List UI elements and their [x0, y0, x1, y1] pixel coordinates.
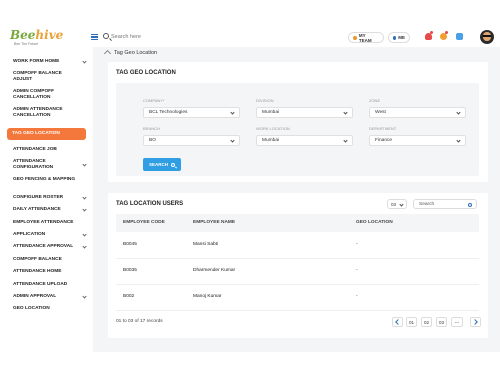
column-header-geo-location: GEO LOCATION — [356, 220, 393, 225]
sidebar-item-compoff-balance-adjust[interactable]: COMPOFF BALANCE ADJUST — [8, 71, 88, 83]
sidebar-item-geo-location[interactable]: GEO LOCATION — [8, 306, 88, 312]
company-select[interactable]: BCL Technologies — [143, 107, 240, 118]
sidebar-item-attendance-upload[interactable]: ATTENDANCE UPLOAD — [8, 282, 88, 288]
logo-text-part-2: hive — [35, 28, 64, 42]
me-label: ME — [398, 35, 405, 40]
page-button-1[interactable]: 01 — [406, 317, 417, 327]
sidebar-item-application[interactable]: APPLICATION — [8, 232, 88, 238]
filter-card: TAG GEO LOCATION COMPANY* BCL Technologi… — [108, 62, 488, 182]
employee-name: Dharmender Kumar — [193, 268, 236, 273]
department-select[interactable]: Finance — [369, 135, 466, 146]
page-more-button[interactable]: --- — [451, 317, 463, 327]
search-icon — [468, 202, 472, 207]
sidebar-item-work-form-home[interactable]: WORK FORM HOME — [8, 59, 88, 65]
chevron-down-icon — [343, 110, 348, 115]
sidebar-item-configure-roster[interactable]: CONFIGURE ROSTER — [8, 195, 88, 201]
my-team-button[interactable]: MY TEAM — [348, 32, 384, 43]
employee-name: Manoj Kumar — [193, 294, 222, 299]
breadcrumb: Tag Geo Location — [104, 50, 157, 56]
breadcrumb-current: Tag Geo Location — [114, 50, 158, 56]
logo-tagline: Bee The Future — [14, 42, 39, 46]
chevron-down-icon — [456, 138, 461, 143]
team-icon — [353, 35, 357, 40]
records-count: 01 to 03 of 17 records — [116, 319, 163, 324]
home-icon[interactable] — [104, 51, 110, 56]
branch-select[interactable]: BO — [143, 135, 240, 146]
table-row[interactable]: B002 Manoj Kumar - — [116, 285, 479, 311]
table-row[interactable]: B0045 Mansi Sabti - — [116, 233, 479, 259]
division-label: DIVISION — [256, 98, 274, 103]
table-row[interactable]: B0035 Dharmender Kumar - — [116, 259, 479, 285]
table-header: EMPLOYEE CODE EMPLOYEE NAME GEO LOCATION — [116, 214, 479, 232]
sidebar-item-attendance-job[interactable]: ATTENDANCE JOB — [8, 147, 88, 153]
bell-icon[interactable] — [425, 33, 432, 40]
sidebar-item-attendance-approval[interactable]: ATTENDANCE APPROVAL — [8, 244, 88, 250]
user-icon — [393, 35, 397, 40]
column-header-employee-name: EMPLOYEE NAME — [193, 220, 236, 225]
employee-code: B0035 — [123, 268, 137, 273]
me-button[interactable]: ME — [388, 32, 410, 43]
sidebar-item-daily-attendance[interactable]: DAILY ATTENDANCE — [8, 207, 88, 213]
badge-dot — [445, 31, 448, 34]
badge-icon[interactable] — [440, 33, 447, 40]
table-title: TAG LOCATION USERS — [116, 201, 184, 207]
geo-location: - — [356, 242, 358, 247]
search-icon — [171, 162, 175, 167]
company-label: COMPANY* — [143, 98, 165, 103]
geo-location: - — [356, 268, 358, 273]
prev-page-button[interactable] — [392, 317, 403, 327]
sidebar-item-employee-attendance[interactable]: EMPLOYEE ATTENDANCE — [8, 220, 88, 226]
notification-dot — [430, 31, 433, 34]
chevron-down-icon — [230, 138, 235, 143]
zone-label: ZONE — [369, 98, 381, 103]
employee-code: B002 — [123, 294, 135, 299]
column-header-employee-code: EMPLOYEE CODE — [123, 220, 165, 225]
logo-text-part-1: Bee — [10, 28, 36, 42]
sidebar-item-admin-compoff-cancellation[interactable]: ADMIN COMPOFF CANCELLATION — [8, 89, 88, 101]
sidebar-item-admin-attendance-cancellation[interactable]: ADMIN ATTENDANCE CANCELLATION — [8, 107, 88, 119]
chevron-down-icon — [399, 201, 404, 207]
search-button[interactable]: SEARCH — [143, 158, 181, 171]
filter-panel: COMPANY* BCL Technologies DIVISION Mumba… — [116, 83, 479, 176]
filter-title: TAG GEO LOCATION — [116, 70, 176, 76]
avatar[interactable] — [480, 30, 494, 44]
chevron-down-icon — [456, 110, 461, 115]
my-team-label: MY TEAM — [358, 32, 372, 43]
sidebar-item-geo-fencing-mapping[interactable]: GEO FENCING & MAPPING — [8, 177, 88, 183]
next-page-button[interactable] — [470, 317, 481, 327]
division-select[interactable]: Mumbai — [256, 107, 353, 118]
search-icon — [103, 33, 109, 39]
sidebar-item-attendance-home[interactable]: ATTENDANCE HOME — [8, 269, 88, 275]
sidebar-item-admin-approval[interactable]: ADMIN APPROVAL — [8, 294, 88, 300]
work-location-select[interactable]: Mumbai — [256, 135, 353, 146]
zone-select[interactable]: West — [369, 107, 466, 118]
page-size-select[interactable]: 03 — [387, 199, 407, 209]
sidebar-item-attendance-configuration[interactable]: ATTENDANCE CONFIGURATION — [8, 159, 88, 171]
calendar-icon[interactable] — [456, 33, 463, 40]
branch-label: BRANCH — [143, 126, 160, 131]
users-table-card: TAG LOCATION USERS 03 Search EMPLOYEE CO… — [108, 193, 488, 338]
work-location-label: WORK LOCATION — [256, 126, 290, 131]
top-bar: Beehive Bee The Future MY TEAM ME — [0, 0, 500, 47]
global-search-input[interactable] — [111, 32, 231, 42]
chevron-down-icon — [343, 138, 348, 143]
chevron-down-icon — [230, 110, 235, 115]
employee-code: B0045 — [123, 242, 137, 247]
sidebar-item-tag-geo-location[interactable]: TAG GEO LOCATION — [7, 128, 86, 140]
menu-icon[interactable] — [91, 34, 98, 40]
sidebar-item-compoff-balance[interactable]: COMPOFF BALANCE — [8, 257, 88, 263]
page-button-2[interactable]: 02 — [421, 317, 432, 327]
department-label: DEPARTMENT — [369, 126, 397, 131]
geo-location: - — [356, 294, 358, 299]
table-search-input[interactable]: Search — [413, 199, 477, 209]
employee-name: Mansi Sabti — [193, 242, 219, 247]
page-button-3[interactable]: 03 — [436, 317, 447, 327]
